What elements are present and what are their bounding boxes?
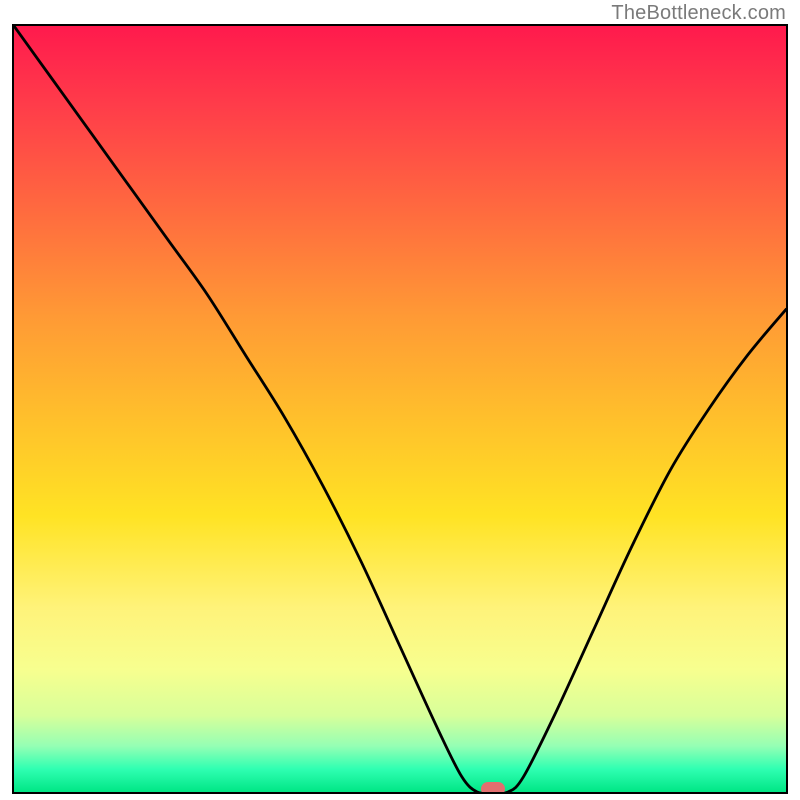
chart-marker: [481, 782, 505, 794]
chart-frame: [12, 24, 788, 794]
watermark-text: TheBottleneck.com: [611, 2, 786, 25]
chart-curve: [14, 26, 786, 792]
curve-path: [14, 26, 786, 793]
